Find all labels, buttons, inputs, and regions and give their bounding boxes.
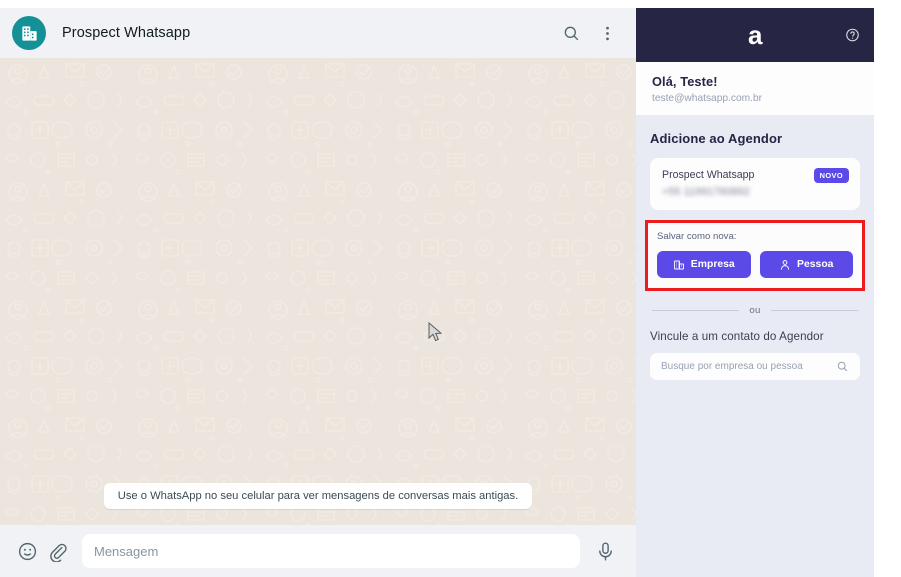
chat-contact-name: Prospect Whatsapp xyxy=(62,25,191,41)
save-as-new-buttons: Empresa Pessoa xyxy=(657,251,853,278)
or-divider: ou xyxy=(652,305,858,316)
paperclip-icon[interactable] xyxy=(42,536,72,566)
contact-search-input[interactable]: Busque por empresa ou pessoa xyxy=(650,353,860,380)
search-icon[interactable] xyxy=(556,18,586,48)
older-messages-notice: Use o WhatsApp no seu celular para ver m… xyxy=(103,483,533,509)
save-as-new-highlight: Salvar como nova: Empresa Pessoa xyxy=(645,220,865,291)
agendor-logo: a xyxy=(748,20,762,50)
user-greeting: Olá, Teste! xyxy=(652,74,718,89)
agendor-extension-panel: a Olá, Teste! teste@whatsapp.com.br Adic… xyxy=(636,8,874,577)
microphone-icon[interactable] xyxy=(590,536,620,566)
prospect-card-phone: +55 11991760892 xyxy=(662,186,750,198)
chat-message-area: Use o WhatsApp no seu celular para ver m… xyxy=(0,58,636,525)
divider-text: ou xyxy=(749,305,761,316)
save-as-company-label: Empresa xyxy=(690,259,735,270)
save-as-new-label: Salvar como nova: xyxy=(657,231,737,242)
person-icon xyxy=(780,259,790,270)
status-badge: NOVO xyxy=(813,168,849,183)
chat-wallpaper-doodles xyxy=(0,58,636,525)
save-as-person-label: Pessoa xyxy=(797,259,834,270)
building-icon xyxy=(21,25,37,41)
mouse-cursor xyxy=(428,322,443,342)
search-icon[interactable] xyxy=(836,360,849,373)
panel-header: a xyxy=(636,8,874,62)
company-building-icon xyxy=(673,260,684,269)
link-section-title: Vincule a um contato do Agendor xyxy=(650,330,824,343)
overflow-menu-icon[interactable] xyxy=(592,18,622,48)
whatsapp-chat-header: Prospect Whatsapp xyxy=(0,8,636,58)
message-input[interactable]: Mensagem xyxy=(82,534,580,568)
avatar[interactable] xyxy=(12,16,46,50)
save-as-company-button[interactable]: Empresa xyxy=(657,251,751,278)
prospect-card: Prospect Whatsapp +55 11991760892 NOVO xyxy=(650,158,860,210)
divider-line-left xyxy=(652,310,740,311)
message-input-placeholder: Mensagem xyxy=(94,543,159,559)
add-section-title: Adicione ao Agendor xyxy=(650,131,783,146)
divider-line-right xyxy=(770,310,858,311)
help-circle-icon[interactable] xyxy=(845,28,860,43)
user-email: teste@whatsapp.com.br xyxy=(652,93,763,104)
message-composer: Mensagem xyxy=(0,525,636,577)
contact-search-placeholder: Busque por empresa ou pessoa xyxy=(661,361,803,372)
panel-main: Adicione ao Agendor Prospect Whatsapp +5… xyxy=(636,115,874,577)
user-info-section: Olá, Teste! teste@whatsapp.com.br xyxy=(636,62,874,115)
whatsapp-pane: Prospect Whatsapp Use o WhatsApp no seu … xyxy=(0,8,636,577)
app-root: Prospect Whatsapp Use o WhatsApp no seu … xyxy=(0,0,901,577)
older-messages-notice-wrap: Use o WhatsApp no seu celular para ver m… xyxy=(0,483,636,509)
save-as-person-button[interactable]: Pessoa xyxy=(759,251,853,278)
emoji-icon[interactable] xyxy=(12,536,42,566)
